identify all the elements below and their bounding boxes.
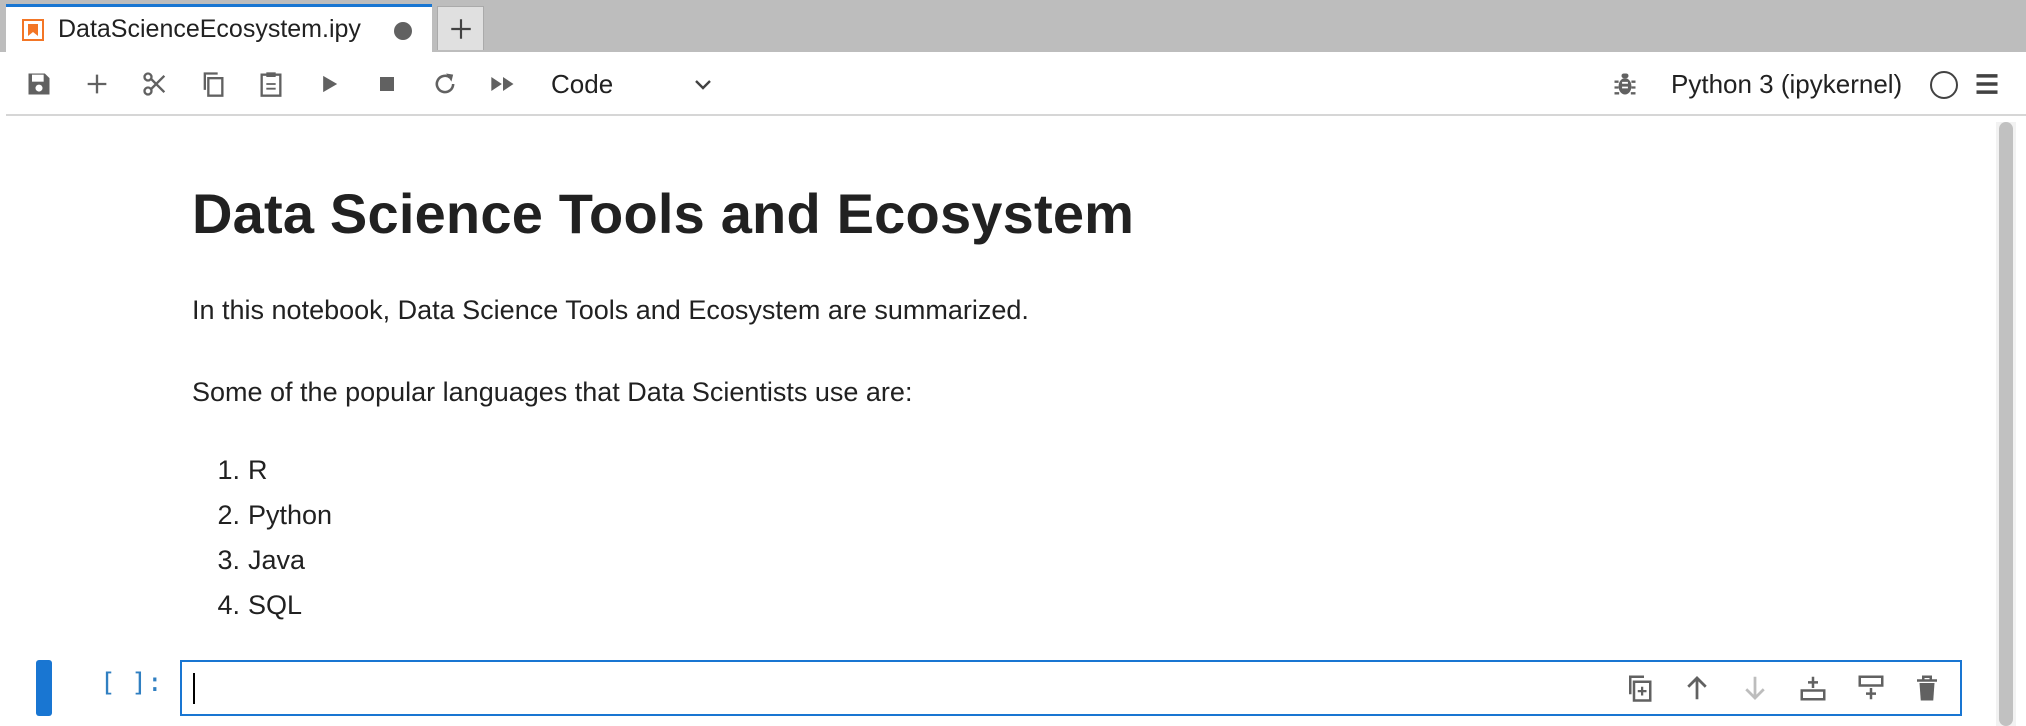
hamburger-menu-icon — [1976, 74, 1998, 94]
cell-type-select[interactable]: Code — [541, 64, 721, 104]
bug-icon — [1614, 73, 1636, 95]
languages-list: 1. R 2. Python 3. Java 4. SQL — [192, 448, 332, 628]
tab-title: DataScienceEcosystem.ipy — [58, 15, 361, 43]
delete-cell-icon — [1917, 675, 1937, 701]
tab-bar: DataScienceEcosystem.ipy — [0, 0, 2026, 52]
insert-cell-below-button[interactable] — [1794, 668, 1832, 708]
notebook-tab[interactable]: DataScienceEcosystem.ipy — [6, 4, 432, 52]
languages-intro-text: Some of the popular languages that Data … — [192, 377, 913, 407]
notebook-toolbar: Code Python 3 (ipykernel) — [6, 52, 2026, 116]
move-up-icon — [1687, 676, 1707, 700]
insert-below-icon — [1800, 676, 1826, 701]
save-icon — [28, 73, 50, 95]
cut-icon — [143, 72, 166, 96]
unsaved-changes-dot-icon[interactable] — [394, 22, 412, 40]
move-cell-up-button[interactable] — [1678, 668, 1716, 708]
add-cell-icon — [87, 74, 107, 94]
cut-button[interactable] — [136, 65, 174, 103]
list-item: 1. R — [217, 455, 268, 485]
cell-type-value: Code — [551, 68, 614, 99]
paste-icon — [260, 72, 282, 97]
new-tab-button[interactable] — [437, 6, 484, 50]
plus-icon — [450, 18, 471, 39]
restart-kernel-button[interactable] — [426, 65, 464, 103]
list-item: 3. Java — [217, 545, 306, 575]
chevron-down-icon — [695, 80, 711, 90]
kernel-name[interactable]: Python 3 (ipykernel) — [1671, 66, 1902, 102]
list-item: 2. Python — [217, 500, 333, 530]
restart-run-all-button[interactable] — [484, 65, 522, 103]
duplicate-cell-icon — [1629, 675, 1652, 702]
stop-icon — [380, 77, 394, 91]
notebook-intro-text: In this notebook, Data Science Tools and… — [192, 295, 1029, 325]
execution-prompt: [ ]: — [100, 668, 163, 698]
run-cell-button[interactable] — [310, 65, 348, 103]
copy-button[interactable] — [194, 65, 232, 103]
insert-cell-above-button[interactable] — [1852, 668, 1890, 708]
move-cell-down-button[interactable] — [1736, 668, 1774, 708]
interrupt-kernel-button[interactable] — [368, 65, 406, 103]
paste-button[interactable] — [252, 65, 290, 103]
restart-icon — [435, 73, 455, 94]
add-cell-button[interactable] — [78, 65, 116, 103]
active-cell-collapser[interactable] — [36, 660, 52, 716]
kernel-idle-icon — [1930, 71, 1958, 99]
delete-cell-button[interactable] — [1908, 668, 1946, 708]
insert-above-icon — [1858, 675, 1884, 700]
run-all-icon — [491, 77, 514, 91]
save-button[interactable] — [20, 65, 58, 103]
vertical-scrollbar[interactable] — [1996, 122, 2016, 726]
text-cursor — [193, 673, 195, 704]
notebook-heading: Data Science Tools and Ecosystem — [192, 182, 1135, 245]
copy-icon — [203, 72, 224, 97]
move-down-icon — [1745, 676, 1765, 700]
notebook-menu-button[interactable] — [1968, 65, 2006, 103]
duplicate-cell-button[interactable] — [1620, 668, 1658, 708]
debugger-button[interactable] — [1606, 65, 1644, 103]
list-item: 4. SQL — [217, 590, 303, 620]
notebook-icon — [22, 18, 44, 41]
scrollbar-thumb[interactable] — [1999, 122, 2013, 726]
run-icon — [323, 75, 338, 93]
